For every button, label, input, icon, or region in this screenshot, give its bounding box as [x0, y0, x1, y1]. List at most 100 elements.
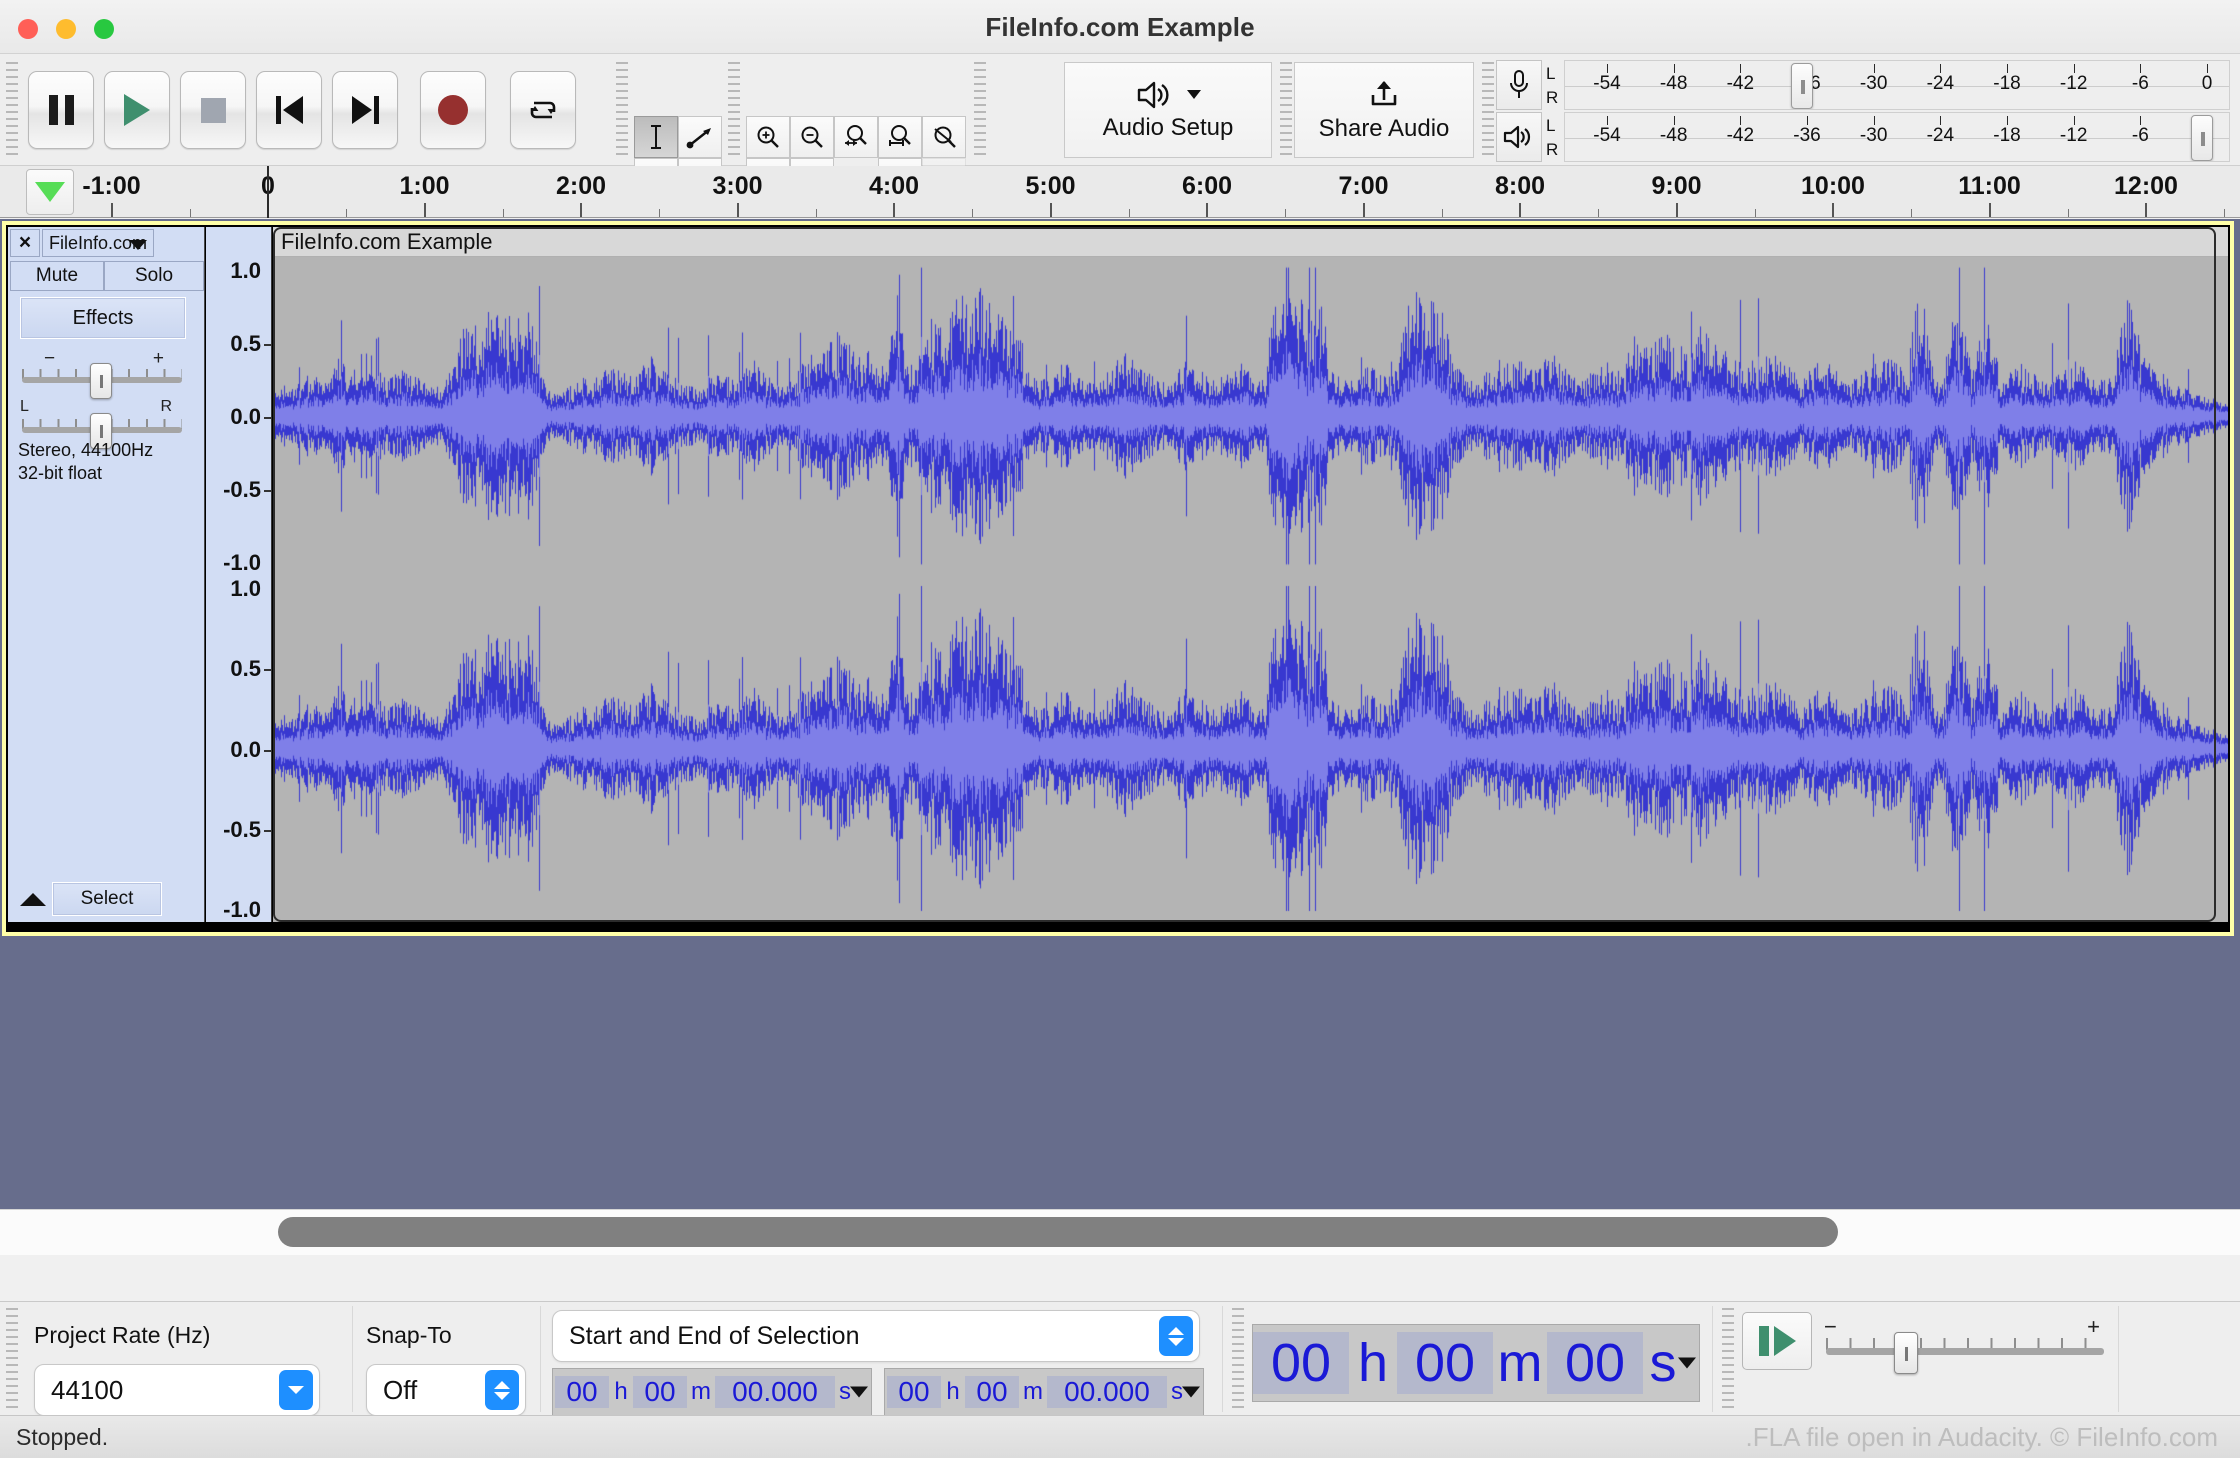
track-format-info: Stereo, 44100Hz 32-bit float: [18, 439, 153, 484]
timeline-label: 11:00: [1958, 172, 2021, 200]
time-toolbar-grip[interactable]: [1232, 1308, 1244, 1408]
loop-button[interactable]: [510, 71, 576, 149]
meter-tick: [1940, 116, 1942, 125]
fit-selection-button[interactable]: [834, 116, 878, 158]
zoom-in-button[interactable]: [746, 116, 790, 158]
sel-end-minutes: 00: [965, 1376, 1019, 1408]
zoom-out-button[interactable]: [790, 116, 834, 158]
share-audio-toolbar-grip[interactable]: [1280, 62, 1292, 158]
playback-meter-slider-thumb[interactable]: [2191, 115, 2213, 161]
speed-slider-thumb[interactable]: [1894, 1332, 1918, 1374]
vertical-ruler-label: 0.5: [230, 656, 261, 682]
vertical-ruler-tick: [264, 749, 271, 752]
project-rate-dropdown-arrow[interactable]: [279, 1370, 313, 1410]
timeline-label: 5:00: [1025, 172, 1076, 200]
timeline-tiny-tick: [1441, 209, 1443, 217]
track-select-button[interactable]: Select: [52, 882, 162, 916]
fit-project-button[interactable]: [878, 116, 922, 158]
snap-to-stepper[interactable]: [485, 1370, 519, 1410]
tools-toolbar-grip[interactable]: [616, 62, 628, 158]
snap-to-combo[interactable]: Off: [366, 1364, 526, 1416]
audio-setup-button[interactable]: Audio Setup: [1064, 62, 1272, 158]
meter-toolbar-grip[interactable]: [1482, 62, 1494, 158]
meter-scale-label: -18: [1993, 125, 2021, 146]
meter-tick: [1807, 116, 1808, 125]
chevron-down-icon[interactable]: [1182, 1386, 1200, 1398]
recording-meter-slider-thumb[interactable]: [1791, 63, 1813, 109]
play-at-speed-button[interactable]: [1742, 1312, 1812, 1370]
vertical-ruler-label: 1.0: [230, 258, 261, 283]
play-button[interactable]: [104, 71, 170, 149]
i-beam-icon: [651, 125, 661, 149]
timeline-ruler[interactable]: -1:0001:002:003:004:005:006:007:008:009:…: [0, 166, 2240, 218]
meter-scale-label: -36: [1793, 125, 1821, 146]
fit-selection-icon: [845, 125, 867, 146]
edit-toolbar-grip[interactable]: [728, 62, 740, 158]
recording-meter-button[interactable]: [1496, 60, 1542, 110]
project-rate-combo[interactable]: 44100: [34, 1364, 320, 1416]
share-audio-button[interactable]: Share Audio: [1294, 62, 1474, 158]
vertical-ruler-tick: [264, 490, 271, 492]
recording-meter[interactable]: L R -54-48-42-36-30-24-18-12-60: [1496, 60, 2230, 112]
timeline-minor-tick: [580, 203, 582, 217]
audio-position-display[interactable]: 00 h 00 m 00 s: [1252, 1324, 1700, 1402]
waveform-left-channel[interactable]: FileInfo.com Example: [273, 227, 2228, 575]
track-close-button[interactable]: ×: [10, 229, 40, 257]
audio-position-minutes: 00: [1397, 1332, 1493, 1394]
track-name-dropdown[interactable]: FileInfo.com: [42, 229, 154, 257]
meter-tick: [1740, 64, 1742, 73]
track-header-row: × FileInfo.com: [8, 227, 205, 259]
horizontal-scrollbar[interactable]: [0, 1209, 2240, 1255]
track-collapse-button[interactable]: [18, 882, 48, 916]
skip-to-end-button[interactable]: [332, 71, 398, 149]
timeline-label: 4:00: [868, 172, 920, 200]
meter-tick: [2007, 116, 2008, 125]
waveform-right-channel[interactable]: [273, 575, 2228, 922]
vertical-ruler-label: -1.0: [223, 550, 261, 575]
selection-tool-button[interactable]: [634, 116, 678, 158]
chevron-down-icon[interactable]: [850, 1386, 868, 1398]
timeline-minor-tick: [1519, 203, 1521, 217]
selection-end-time-field[interactable]: 00 h 00 m 00.000 s: [884, 1368, 1204, 1416]
track-effects-button[interactable]: Effects: [20, 297, 186, 339]
pause-button[interactable]: [28, 71, 94, 149]
stop-button[interactable]: [180, 71, 246, 149]
pinned-play-head-button[interactable]: [26, 169, 74, 215]
playback-speed-slider[interactable]: − +: [1824, 1314, 2106, 1374]
audio-position-hours-unit: h: [1349, 1332, 1397, 1394]
gain-slider-thumb[interactable]: [90, 363, 112, 399]
transport-toolbar-grip[interactable]: [6, 62, 18, 158]
selection-toolbar-grip[interactable]: [6, 1308, 18, 1408]
envelope-tool-button[interactable]: [678, 116, 722, 158]
sel-start-hours: 00: [555, 1376, 609, 1408]
horizontal-scrollbar-thumb[interactable]: [278, 1217, 1838, 1247]
meter-channel-l: L: [1546, 115, 1556, 135]
selection-mode-combo[interactable]: Start and End of Selection: [552, 1310, 1200, 1362]
skip-to-start-button[interactable]: [256, 71, 322, 149]
meter-scale-label: -30: [1859, 125, 1888, 146]
play-at-speed-toolbar-grip[interactable]: [1722, 1308, 1734, 1408]
playback-meter[interactable]: L R -54-48-42-36-30-24-18-12-60: [1496, 112, 2230, 164]
chevron-down-icon[interactable]: [1678, 1357, 1696, 1369]
selection-mode-stepper[interactable]: [1159, 1316, 1193, 1356]
meter-tick: [1740, 116, 1742, 125]
clip-title: FileInfo.com Example: [273, 227, 2228, 257]
meter-tick: [1873, 116, 1875, 125]
zoom-toggle-button[interactable]: [922, 116, 966, 158]
track-solo-button[interactable]: Solo: [104, 261, 204, 291]
speed-slider-track: [1826, 1348, 2104, 1355]
track-gain-slider[interactable]: − +: [18, 349, 186, 399]
selection-mode-value: Start and End of Selection: [569, 1321, 860, 1350]
record-button[interactable]: [420, 71, 486, 149]
pan-slider-right-label: R: [160, 398, 172, 415]
timeline-tiny-tick: [972, 209, 974, 217]
zoom-in-icon: [757, 126, 779, 148]
selection-start-time-field[interactable]: 00 h 00 m 00.000 s: [552, 1368, 872, 1416]
track-mute-button[interactable]: Mute: [10, 261, 104, 291]
meter-channel-r: R: [1546, 87, 1559, 107]
playback-meter-button[interactable]: [1496, 112, 1542, 162]
timeline-tiny-tick: [1128, 209, 1130, 217]
timeline-label: 6:00: [1181, 172, 1233, 200]
audio-setup-toolbar-grip[interactable]: [974, 62, 986, 158]
track-control-panel: × FileInfo.com Mute Solo Effects − + L R…: [8, 227, 205, 922]
